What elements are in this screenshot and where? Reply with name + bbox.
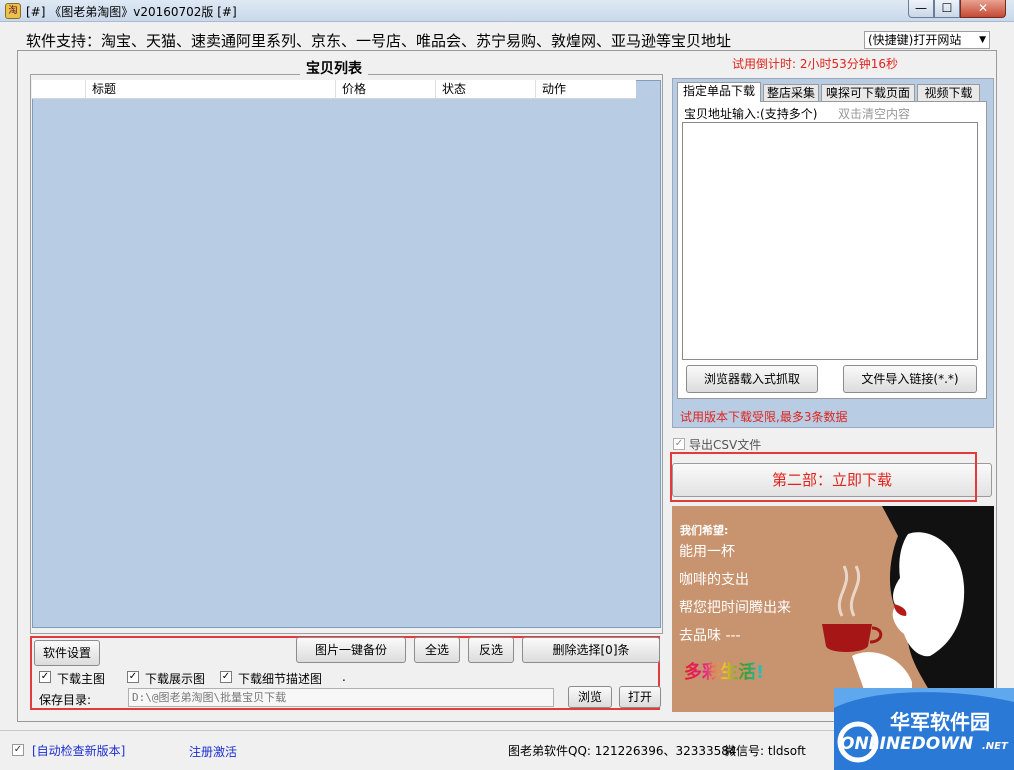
ad-line: 咖啡的支出 xyxy=(679,572,749,588)
separator-dot: . xyxy=(342,670,346,684)
browser-grab-button[interactable]: 浏览器载入式抓取 xyxy=(686,365,818,393)
auto-check-checkbox[interactable]: ✓ xyxy=(12,744,24,756)
tab-single-item-download[interactable]: 指定单品下载 xyxy=(677,82,761,102)
item-url-textarea[interactable] xyxy=(682,122,978,360)
save-directory-input[interactable]: D:\@图老弟淘图\批量宝贝下载 xyxy=(128,688,554,707)
watermark-cn-text: 华军软件园 xyxy=(890,710,990,734)
item-list-view[interactable] xyxy=(32,80,661,628)
wechat-info-text: 微信号: tldsoft xyxy=(724,744,806,758)
ad-hope-text: 我们希望: xyxy=(680,524,729,537)
save-directory-label: 保存目录: xyxy=(39,693,92,707)
download-display-image-label: 下载展示图 xyxy=(145,672,206,686)
item-url-hint: 双击清空内容 xyxy=(838,107,911,121)
ad-line: 去品味 --- xyxy=(679,628,741,644)
download-highlight-box xyxy=(670,452,977,502)
minimize-button[interactable]: — xyxy=(908,0,934,18)
select-all-button[interactable]: 全选 xyxy=(414,637,460,663)
column-header-status[interactable]: 状态 xyxy=(436,80,536,98)
quick-open-site-select[interactable]: (快捷键)打开网站 ▼ xyxy=(864,31,990,49)
tab-video-download[interactable]: 视频下载 xyxy=(917,84,980,102)
ad-line: 帮您把时间腾出来 xyxy=(679,600,791,616)
file-import-links-button[interactable]: 文件导入链接(*.*) xyxy=(843,365,977,393)
trial-countdown-text: 试用倒计时: 2小时53分钟16秒 xyxy=(732,57,899,71)
item-url-label: 宝贝地址输入:(支持多个) xyxy=(684,107,818,121)
download-detail-image-label: 下载细节描述图 xyxy=(238,672,323,686)
download-main-image-label: 下载主图 xyxy=(57,672,106,686)
tab-shop-collect[interactable]: 整店采集 xyxy=(763,84,819,102)
column-header-title[interactable]: 标题 xyxy=(86,80,336,98)
supported-sites-text: 软件支持：淘宝、天猫、速卖通阿里系列、京东、一号店、唯品会、苏宁易购、敦煌网、亚… xyxy=(26,32,732,50)
download-main-image-checkbox[interactable]: ✓ xyxy=(39,671,51,683)
download-detail-image-checkbox[interactable]: ✓ xyxy=(220,671,232,683)
trial-limit-text: 试用版本下载受限,最多3条数据 xyxy=(680,410,848,424)
watermark-en-text: ONLINEDOWN xyxy=(840,734,974,754)
export-csv-label: 导出CSV文件 xyxy=(689,438,762,452)
column-header-checkbox[interactable] xyxy=(32,80,86,98)
column-header-action[interactable]: 动作 xyxy=(536,80,636,98)
export-csv-checkbox[interactable]: ✓ xyxy=(673,438,685,450)
item-list-title: 宝贝列表 xyxy=(300,58,368,78)
window-title: [#] 《图老弟淘图》v20160702版 [#] xyxy=(26,5,237,19)
quick-open-site-value: (快捷键)打开网站 xyxy=(868,33,962,47)
browse-button[interactable]: 浏览 xyxy=(568,686,612,708)
ad-line: 能用一杯 xyxy=(679,544,735,560)
maximize-button[interactable]: ☐ xyxy=(934,0,960,18)
delete-selected-button[interactable]: 删除选择[0]条 xyxy=(522,637,660,663)
chevron-down-icon: ▼ xyxy=(979,35,986,45)
ad-colorful-life-text: 多彩生活! xyxy=(684,658,764,684)
qq-info-text: 图老弟软件QQ: 121226396、32333584 xyxy=(508,744,737,758)
tab-sniff-pages[interactable]: 嗅探可下载页面 xyxy=(821,84,915,102)
app-icon: 淘 xyxy=(5,3,21,19)
download-display-image-checkbox[interactable]: ✓ xyxy=(127,671,139,683)
close-button[interactable]: ✕ xyxy=(960,0,1006,18)
open-folder-button[interactable]: 打开 xyxy=(619,686,661,708)
software-settings-button[interactable]: 软件设置 xyxy=(34,640,100,666)
auto-check-update-link[interactable]: [自动检查新版本] xyxy=(32,742,125,759)
item-list-header: 标题 价格 状态 动作 xyxy=(32,80,636,99)
ad-colorful-text: 多彩生活! xyxy=(684,662,765,683)
watermark-net-text: .NET xyxy=(982,741,1008,752)
invert-selection-button[interactable]: 反选 xyxy=(468,637,514,663)
image-backup-button[interactable]: 图片一键备份 xyxy=(296,637,406,663)
register-activate-link[interactable]: 注册激活 xyxy=(189,743,237,760)
column-header-price[interactable]: 价格 xyxy=(336,80,436,98)
